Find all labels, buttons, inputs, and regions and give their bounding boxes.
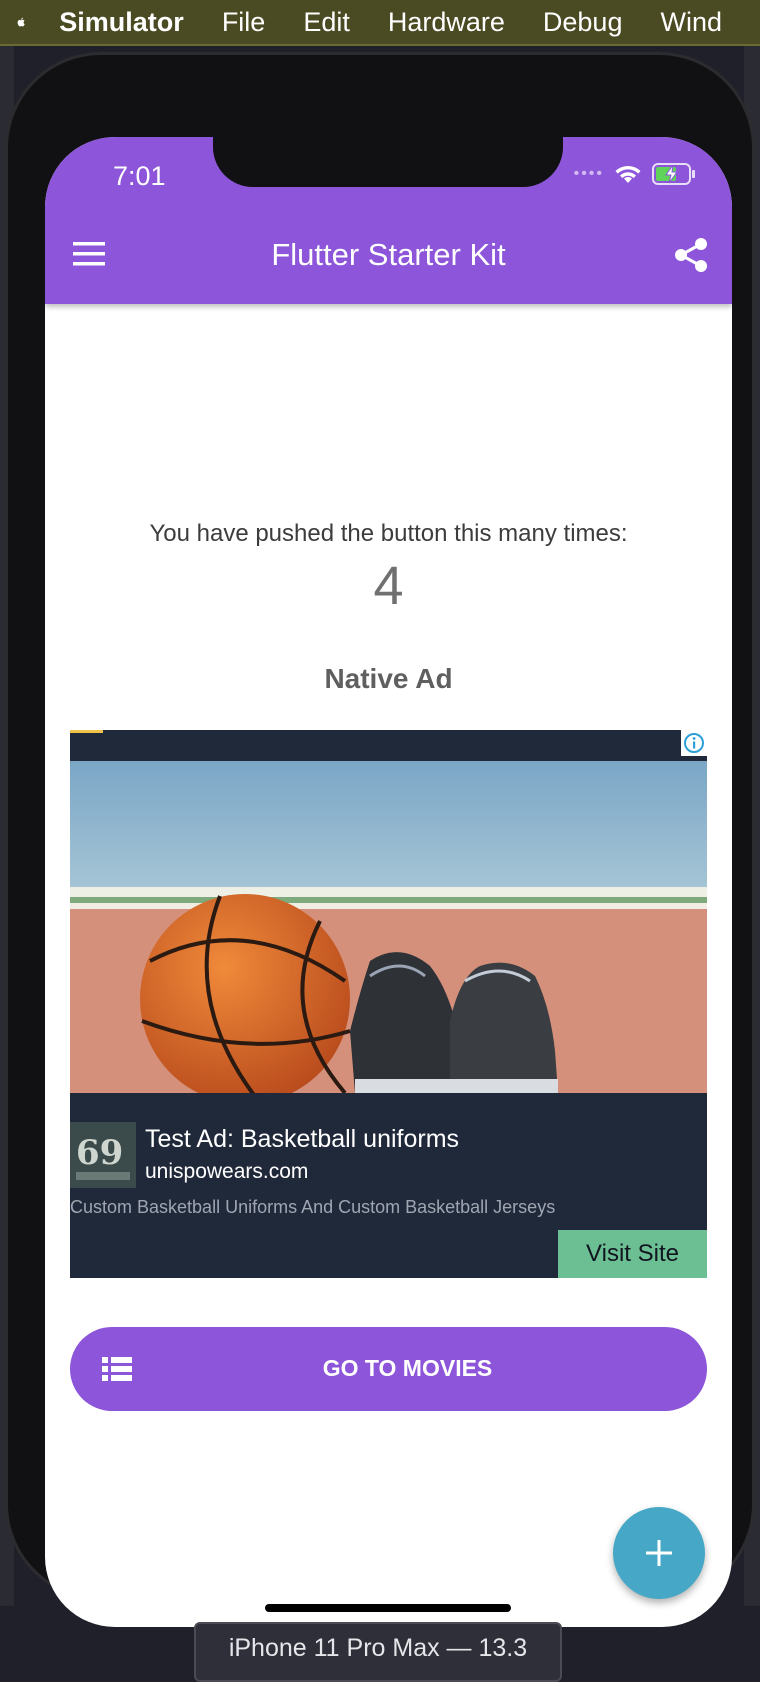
ad-advertiser[interactable]: unispowears.com bbox=[145, 1160, 308, 1184]
app-bar-title: Flutter Starter Kit bbox=[271, 237, 506, 272]
advertiser-logo[interactable]: 69 bbox=[70, 1122, 136, 1188]
cellular-signal-icon: •••• bbox=[573, 165, 604, 182]
visit-site-button[interactable]: Visit Site bbox=[558, 1230, 707, 1278]
home-indicator[interactable] bbox=[265, 1604, 511, 1612]
status-icons: •••• bbox=[574, 161, 696, 187]
battery-charging-icon bbox=[652, 163, 695, 185]
wifi-icon bbox=[615, 165, 641, 183]
menubar-item-file[interactable]: File bbox=[222, 7, 266, 38]
menubar-app-name[interactable]: Simulator bbox=[59, 7, 184, 38]
counter-value: 4 bbox=[373, 556, 404, 616]
app-bar: 7:01 •••• Flutter Starter Kit bbox=[45, 137, 732, 304]
iphone-device-frame: 7:01 •••• Flutter Starter Kit You have p… bbox=[5, 52, 755, 1627]
status-time: 7:01 bbox=[113, 161, 166, 191]
counter-label: You have pushed the button this many tim… bbox=[149, 520, 628, 547]
go-to-movies-button[interactable]: GO TO MOVIES bbox=[70, 1327, 707, 1411]
increment-fab[interactable] bbox=[613, 1507, 705, 1599]
menubar-item-debug[interactable]: Debug bbox=[543, 7, 623, 38]
ad-headline[interactable]: Test Ad: Basketball uniforms bbox=[145, 1125, 459, 1154]
share-icon[interactable] bbox=[674, 237, 708, 273]
macos-menubar: Simulator File Edit Hardware Debug Wind bbox=[0, 0, 760, 46]
native-ad-heading: Native Ad bbox=[324, 663, 453, 694]
ad-body-text: Custom Basketball Uniforms And Custom Ba… bbox=[70, 1197, 556, 1217]
menubar-item-window[interactable]: Wind bbox=[660, 7, 722, 38]
advertiser-logo-text: 69 bbox=[76, 1133, 123, 1173]
ad-media-image[interactable] bbox=[70, 761, 707, 1093]
ad-info-icon[interactable] bbox=[681, 730, 707, 756]
device-notch bbox=[213, 137, 563, 187]
apple-logo-icon[interactable] bbox=[16, 5, 25, 39]
menubar-item-hardware[interactable]: Hardware bbox=[388, 7, 505, 38]
go-to-movies-label: GO TO MOVIES bbox=[322, 1355, 493, 1381]
device-screen: 7:01 •••• Flutter Starter Kit You have p… bbox=[45, 137, 732, 1627]
ad-attribution-badge bbox=[70, 730, 103, 733]
menubar-item-edit[interactable]: Edit bbox=[303, 7, 350, 38]
simulator-device-label: iPhone 11 Pro Max — 13.3 bbox=[194, 1622, 562, 1682]
plus-icon bbox=[646, 1540, 672, 1566]
native-ad-card[interactable]: 69 Test Ad: Basketball uniforms unispowe… bbox=[70, 730, 707, 1278]
